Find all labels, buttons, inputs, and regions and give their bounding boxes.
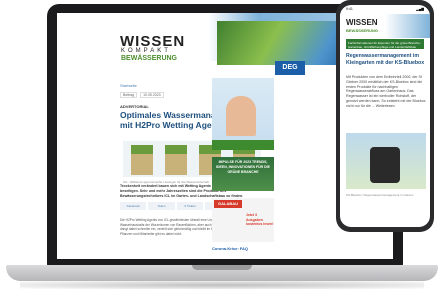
site-logo-subtitle: KOMPAKT xyxy=(121,48,171,54)
phone-statusbar: 9:41 ▂▄▆ xyxy=(340,5,430,13)
article-tags: Beitrag 10.05.2023 xyxy=(120,92,164,98)
phone-screen: 9:41 ▂▄▆ WISSEN BEWÄSSERUNG Fachinformat… xyxy=(340,5,430,227)
galabau-offer-text: Jetzt 3 Ausgaben kostenlos lesen! xyxy=(246,213,274,226)
phone-banner-ad[interactable]: Fachinformationen für Experten für die g… xyxy=(346,39,424,49)
laptop-notch xyxy=(192,265,252,270)
galabau-logo: GALABAU xyxy=(214,200,242,208)
person-image xyxy=(226,96,256,136)
share-twitter-button[interactable]: X Twitter xyxy=(176,202,204,210)
signal-icon: ▂▄▆ xyxy=(416,7,424,11)
sidebar-ad-footer xyxy=(212,140,274,150)
article-kicker: ADVERTORIAL xyxy=(120,104,149,109)
sidebar-link-faq[interactable]: Corona-Krise: FAQ xyxy=(212,246,248,251)
share-facebook-button[interactable]: Facebook xyxy=(120,202,147,210)
breadcrumb[interactable]: Startseite xyxy=(120,83,137,88)
phone-article-body: Mit Produkten von dem Erdbohrteil 2000, … xyxy=(346,75,426,108)
stage: DEG WISSEN KOMPAKT BEWÄSSERUNG Startseit… xyxy=(0,0,444,306)
sidebar-ad-trends-text: IMPULSE FÜR 2023 TRENDS, IDEEN, INNOVATI… xyxy=(216,160,270,174)
phone-site-logo[interactable]: WISSEN xyxy=(346,18,378,27)
product-box-image xyxy=(131,145,153,175)
phone-article-title: Regenwassermanagement im Kleingarten mit… xyxy=(346,53,425,66)
product-box-image xyxy=(165,145,187,175)
laptop-shadow xyxy=(20,281,424,289)
phone-image-caption: KS-Bluebox: Regenwassermanagement im Gar… xyxy=(346,193,414,197)
water-tank-image xyxy=(370,147,400,183)
share-button[interactable]: Teilen xyxy=(148,202,175,210)
phone-site-logo-topic: BEWÄSSERUNG xyxy=(346,28,379,33)
tag-date: 10.05.2023 xyxy=(140,92,164,98)
header-ad-brand: DEG xyxy=(275,61,305,75)
tag-type: Beitrag xyxy=(120,92,138,98)
site-logo-topic: BEWÄSSERUNG xyxy=(121,55,178,62)
phone-time: 9:41 xyxy=(346,7,353,11)
